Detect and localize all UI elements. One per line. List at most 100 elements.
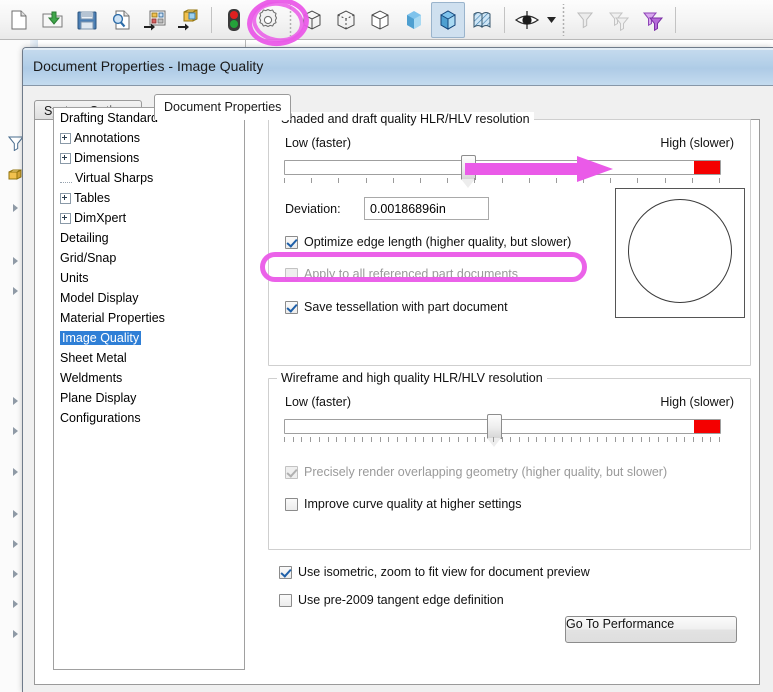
tree-expand-arrow[interactable] [13,510,18,518]
display-style-eye-icon[interactable] [510,2,544,38]
expand-plus-icon[interactable] [60,192,71,204]
options-gear-icon[interactable] [251,2,285,38]
main-toolbar [0,0,773,40]
shaded-slider-max-marker [694,161,720,174]
document-properties-dialog: Document Properties - Image Quality Syst… [22,47,773,692]
tree-item-model-display[interactable]: Model Display [54,288,244,308]
open-document-icon[interactable] [36,2,70,38]
expand-plus-icon[interactable] [60,212,71,224]
save-icon[interactable] [70,2,104,38]
expand-plus-icon[interactable] [60,132,71,144]
tree-item-units[interactable]: Units [54,268,244,288]
print-icon[interactable] [138,2,172,38]
use-pre-2009-tangent-edge-checkbox[interactable] [279,593,292,607]
checkbox-row-improve-curve-quality[interactable]: Improve curve quality at higher settings [285,497,521,511]
wireframe-quality-group-title: Wireframe and high quality HLR/HLV resol… [277,371,547,385]
apply-to-all-referenced-label: Apply to all referenced part documents [304,267,519,281]
deviation-label: Deviation: [285,202,341,216]
expand-plus-icon[interactable] [60,152,71,164]
checkbox-row-save-tessellation[interactable]: Save tessellation with part document [285,300,508,314]
save-tessellation-label: Save tessellation with part document [304,300,508,314]
tree-item-grid-snap[interactable]: Grid/Snap [54,248,244,268]
optimize-edge-length-checkbox[interactable] [285,235,298,249]
pack-and-go-icon[interactable] [172,2,206,38]
shaded-slider-thumb[interactable] [461,155,477,188]
improve-curve-quality-label: Improve curve quality at higher settings [304,497,522,511]
shaded-quality-group-title: Shaded and draft quality HLR/HLV resolut… [277,112,534,126]
tree-expand-arrow[interactable] [13,397,18,405]
rebuild-icon[interactable] [217,2,251,38]
shaded-icon[interactable] [397,2,431,38]
shaded-slider-low-label: Low (faster) [285,136,351,150]
tree-item-annotations[interactable]: Annotations [54,128,244,148]
tree-item-virtual-sharps[interactable]: Virtual Sharps [54,168,244,188]
checkbox-row-precisely-render-overlapping: Precisely render overlapping geometry (h… [285,465,667,479]
shaded-with-edges-icon[interactable] [431,1,465,38]
use-isometric-zoom-to-fit-checkbox[interactable] [279,565,292,579]
tree-item-tables[interactable]: Tables [54,188,244,208]
wireframe-slider-thumb[interactable] [486,414,502,447]
wireframe-slider-low-label: Low (faster) [285,395,351,409]
checkbox-row-optimize-edge-length[interactable]: Optimize edge length (higher quality, bu… [285,235,571,249]
preview-circle-shape [628,199,732,303]
tree-item-plane-display[interactable]: Plane Display [54,388,244,408]
tree-item-image-quality[interactable]: Image Quality [54,328,244,348]
tree-item-label: Model Display [60,291,139,305]
new-document-icon[interactable] [2,2,36,38]
tree-item-detailing[interactable]: Detailing [54,228,244,248]
tree-item-label: Dimensions [74,151,140,165]
checkbox-row-use-pre-2009-tangent-edge[interactable]: Use pre-2009 tangent edge definition [279,593,504,607]
print-preview-icon[interactable] [104,2,138,38]
chevron-down-icon[interactable] [544,2,558,38]
shaded-slider-ticks [284,178,721,186]
tree-expand-arrow[interactable] [13,630,18,638]
tab-document-properties[interactable]: Document Properties [154,94,292,120]
tree-expand-arrow[interactable] [13,540,18,548]
tree-item-label: Grid/Snap [60,251,117,265]
checkbox-row-use-isometric-zoom-to-fit[interactable]: Use isometric, zoom to fit view for docu… [279,565,590,579]
wireframe-icon[interactable] [295,2,329,38]
shaded-quality-groupbox: Shaded and draft quality HLR/HLV resolut… [268,112,751,366]
toolbar-separator [675,6,676,33]
tree-expand-arrow[interactable] [13,257,18,265]
dialog-title: Document Properties - Image Quality [33,58,264,74]
tree-item-label: Tables [74,191,111,205]
tree-item-label: Weldments [60,371,123,385]
tree-item-label: Annotations [74,131,141,145]
tree-item-label: DimXpert [74,211,127,225]
section-view-icon[interactable] [465,2,499,38]
dialog-titlebar[interactable]: Document Properties - Image Quality [23,48,773,86]
tree-item-label: Sheet Metal [60,351,127,365]
go-to-performance-button[interactable]: Go To Performance [565,616,737,643]
tree-item-label: Virtual Sharps [75,171,154,185]
hidden-lines-removed-icon[interactable] [363,2,397,38]
tree-item-configurations[interactable]: Configurations [54,408,244,428]
tree-expand-arrow[interactable] [13,468,18,476]
hide-show-items-icon[interactable] [568,2,602,38]
wireframe-slider-max-marker [694,420,720,433]
save-tessellation-checkbox[interactable] [285,300,298,314]
tree-expand-arrow[interactable] [13,427,18,435]
tree-expand-arrow[interactable] [13,204,18,212]
apply-scene-icon[interactable] [636,2,670,38]
tree-item-label: Units [60,271,89,285]
tree-expand-arrow[interactable] [13,600,18,608]
shaded-quality-slider[interactable] [284,160,721,175]
view-settings-icon[interactable] [602,2,636,38]
tree-item-sheet-metal[interactable]: Sheet Metal [54,348,244,368]
tree-item-label: Drafting Standard [60,111,158,125]
tree-item-dimxpert[interactable]: DimXpert [54,208,244,228]
tree-expand-arrow[interactable] [13,570,18,578]
tree-expand-arrow[interactable] [13,287,18,295]
tree-item-weldments[interactable]: Weldments [54,368,244,388]
wireframe-quality-groupbox: Wireframe and high quality HLR/HLV resol… [268,371,751,550]
tree-item-material-properties[interactable]: Material Properties [54,308,244,328]
improve-curve-quality-checkbox[interactable] [285,497,298,511]
tree-item-dimensions[interactable]: Dimensions [54,148,244,168]
deviation-input[interactable] [364,197,489,220]
wireframe-quality-slider[interactable] [284,419,721,434]
properties-tree-list[interactable]: Drafting Standard Annotations Dimensions Vi… [53,107,245,670]
hidden-lines-visible-icon[interactable] [329,2,363,38]
shaded-slider-high-label: High (slower) [660,136,734,150]
titlebar-highlight [23,48,773,50]
